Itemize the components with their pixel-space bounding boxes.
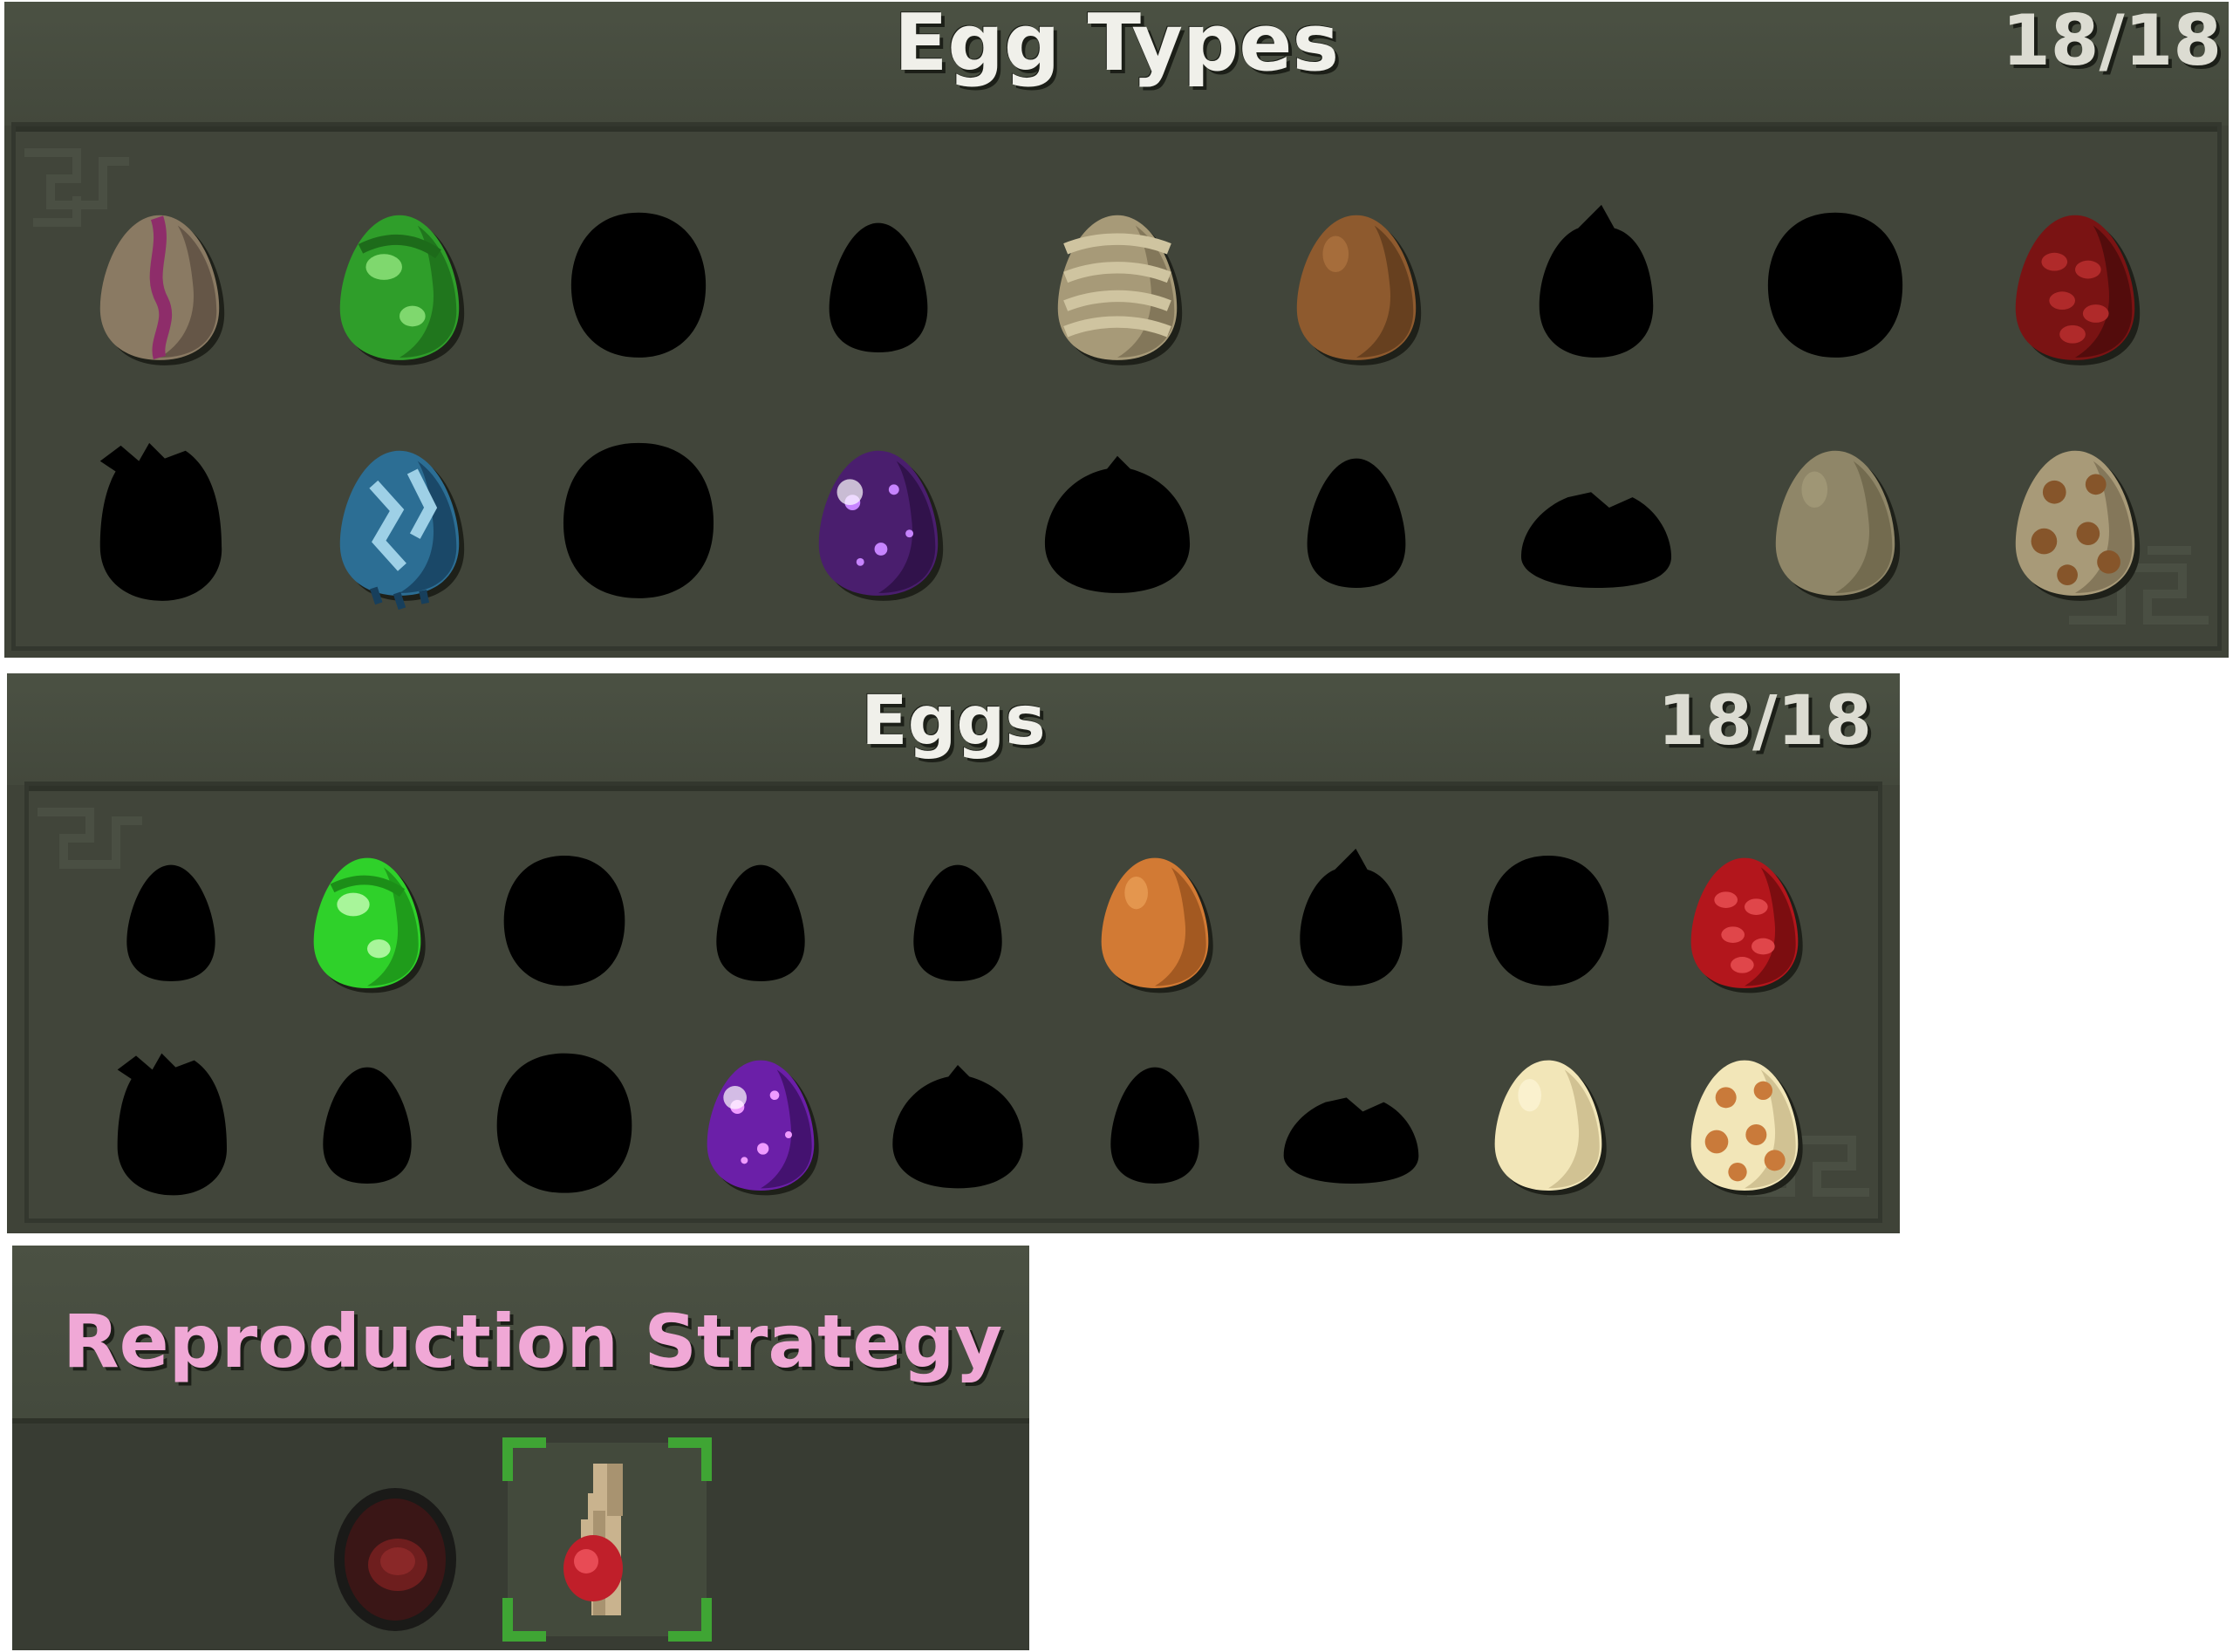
- egg-types-grid: [40, 168, 2195, 639]
- unknown-egg-small-2[interactable]: [859, 821, 1056, 1023]
- egg-icon: [1057, 215, 1183, 365]
- unknown-egg-flat[interactable]: [1477, 404, 1716, 639]
- egg-icon: [1101, 857, 1213, 993]
- unknown-egg-spiky[interactable]: [40, 404, 279, 639]
- eggs-grid-well: [24, 782, 1882, 1223]
- unknown-egg-wide[interactable]: [998, 404, 1237, 639]
- locked-egg-icon: [563, 442, 714, 598]
- unknown-egg-small[interactable]: [758, 168, 997, 404]
- blue-crystal-egg[interactable]: [279, 404, 518, 639]
- unknown-egg-horned[interactable]: [1253, 821, 1450, 1023]
- eggs-panel: Eggs 18/18: [7, 673, 1900, 1233]
- locked-egg-icon: [570, 212, 707, 358]
- unknown-egg-drip[interactable]: [270, 1023, 467, 1225]
- egg-types-panel: Egg Types 18/18: [4, 2, 2229, 658]
- egg-icon: [1690, 1060, 1803, 1196]
- reproduction-title: Reproduction Strategy: [63, 1299, 1003, 1384]
- eggs-count: 18/18: [1657, 682, 1872, 761]
- egg-types-count: 18/18: [2002, 2, 2222, 81]
- egg-icon: [339, 215, 464, 365]
- unknown-egg-round[interactable]: [519, 168, 758, 404]
- purple-cosmic-egg[interactable]: [663, 1023, 860, 1225]
- purple-vein-egg[interactable]: [40, 168, 279, 404]
- eggs-grid: [72, 821, 1843, 1225]
- egg-icon: [1297, 215, 1422, 365]
- locked-egg-icon: [892, 1065, 1023, 1189]
- unknown-egg-small-2[interactable]: [1237, 404, 1476, 639]
- purple-cosmic-egg[interactable]: [758, 404, 997, 639]
- egg-icon: [1690, 857, 1803, 993]
- locked-egg-icon: [1044, 455, 1191, 593]
- unknown-egg-small[interactable]: [663, 821, 860, 1023]
- egg-icon: [99, 215, 225, 365]
- locked-egg-icon: [1487, 856, 1608, 986]
- locked-egg-icon: [99, 442, 222, 601]
- egg-types-grid-well: [11, 122, 2222, 651]
- cream-egg[interactable]: [1450, 1023, 1647, 1225]
- unknown-egg-big[interactable]: [519, 404, 758, 639]
- locked-egg-icon: [1283, 1097, 1419, 1184]
- green-slime-egg[interactable]: [270, 821, 467, 1023]
- red-scaled-egg[interactable]: [1956, 168, 2195, 404]
- unknown-egg-wide[interactable]: [859, 1023, 1056, 1225]
- locked-egg-icon: [503, 856, 625, 986]
- unknown-egg-flat[interactable]: [1253, 1023, 1450, 1225]
- locked-egg-icon: [126, 864, 215, 981]
- egg-icon: [707, 1060, 820, 1196]
- pregnant-figure-icon: [563, 1464, 623, 1615]
- locked-egg-icon: [117, 1053, 227, 1196]
- egg-icon: [339, 450, 464, 610]
- unknown-egg-round-2[interactable]: [1716, 168, 1955, 404]
- locked-egg-icon: [829, 222, 927, 352]
- locked-egg-icon: [323, 1067, 412, 1184]
- unknown-egg-horned[interactable]: [1477, 168, 1716, 404]
- unknown-egg-spiky[interactable]: [72, 1023, 270, 1225]
- live-birth-option[interactable]: [502, 1437, 712, 1642]
- egg-laying-option[interactable]: [321, 1474, 469, 1635]
- unknown-egg-round-2[interactable]: [1450, 821, 1647, 1023]
- reproduction-strategy-panel: Reproduction Strategy: [12, 1246, 1029, 1650]
- egg-types-header: Egg Types 18/18: [4, 2, 2229, 126]
- cream-spotted-egg[interactable]: [1646, 1023, 1843, 1225]
- locked-egg-icon: [1308, 458, 1406, 588]
- egg-icon: [2015, 215, 2140, 365]
- locked-egg-icon: [716, 864, 806, 981]
- orange-egg[interactable]: [1056, 821, 1253, 1023]
- green-slime-egg[interactable]: [279, 168, 518, 404]
- dark-egg-icon: [334, 1488, 456, 1631]
- egg-types-title: Egg Types: [893, 2, 1340, 89]
- eggs-header: Eggs 18/18: [7, 673, 1900, 785]
- egg-icon: [313, 857, 426, 993]
- reproduction-header: Reproduction Strategy: [12, 1246, 1029, 1423]
- beige-plain-egg[interactable]: [1716, 404, 1955, 639]
- locked-egg-icon: [1110, 1067, 1199, 1184]
- egg-icon: [1776, 450, 1901, 601]
- egg-icon: [2015, 450, 2140, 601]
- unknown-egg[interactable]: [72, 821, 270, 1023]
- egg-icon: [1494, 1060, 1607, 1196]
- tan-striped-egg[interactable]: [998, 168, 1237, 404]
- locked-egg-icon: [1768, 212, 1903, 358]
- unknown-egg-small-3[interactable]: [1056, 1023, 1253, 1225]
- unknown-egg-big[interactable]: [466, 1023, 663, 1225]
- beige-spotted-egg[interactable]: [1956, 404, 2195, 639]
- red-scaled-egg[interactable]: [1646, 821, 1843, 1023]
- egg-icon: [818, 450, 943, 601]
- locked-egg-icon: [913, 864, 1002, 981]
- brown-egg[interactable]: [1237, 168, 1476, 404]
- locked-egg-icon: [1300, 849, 1403, 986]
- locked-egg-icon: [1520, 491, 1671, 588]
- locked-egg-icon: [496, 1053, 632, 1193]
- unknown-egg-round[interactable]: [466, 821, 663, 1023]
- locked-egg-icon: [1539, 204, 1654, 358]
- eggs-title: Eggs: [861, 682, 1046, 761]
